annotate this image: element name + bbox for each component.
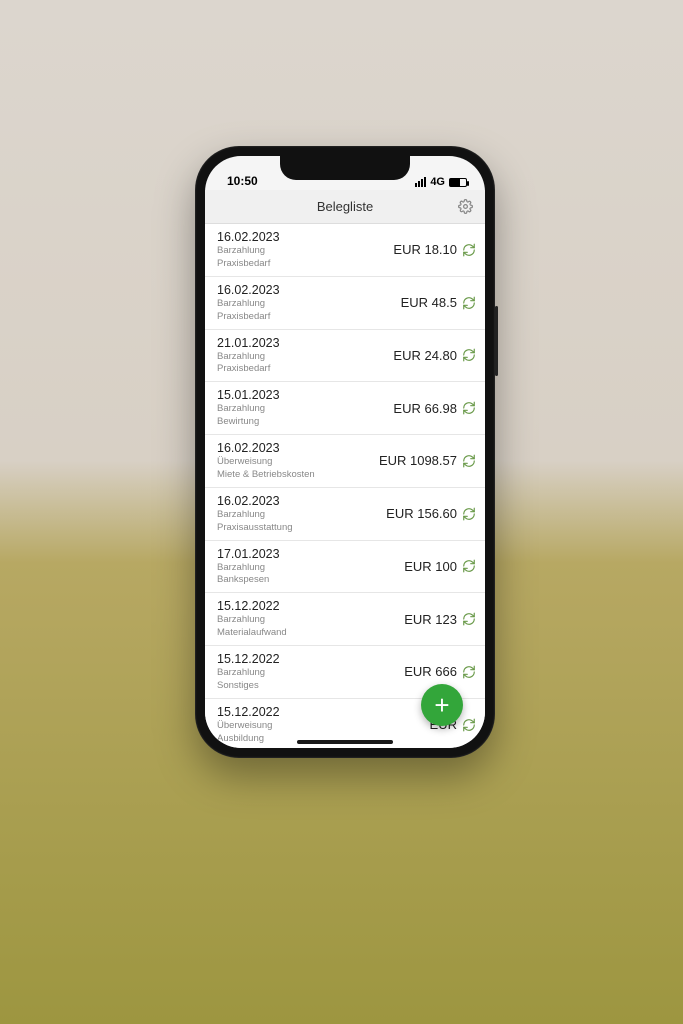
screen: 10:50 4G Belegliste 16.02.2023Barzahlung… <box>205 156 485 748</box>
list-item-left: 15.12.2022ÜberweisungAusbildung <box>217 705 430 745</box>
list-item-sub1: Überweisung <box>217 720 430 732</box>
list-item-sub2: Praxisbedarf <box>217 363 393 375</box>
list-item-sub2: Praxisausstattung <box>217 522 386 534</box>
list-item-date: 15.12.2022 <box>217 599 404 613</box>
list-item-sub2: Sonstiges <box>217 680 404 692</box>
list-item-sub1: Barzahlung <box>217 245 393 257</box>
list-item-sub2: Praxisbedarf <box>217 311 401 323</box>
list-item-sub2: Bewirtung <box>217 416 393 428</box>
list-item-left: 15.12.2022BarzahlungSonstiges <box>217 652 404 692</box>
list-item-date: 16.02.2023 <box>217 494 386 508</box>
signal-icon <box>415 177 426 187</box>
list-item[interactable]: 17.01.2023BarzahlungBankspesenEUR 100 <box>205 541 485 594</box>
list-item-sub1: Barzahlung <box>217 667 404 679</box>
list-item[interactable]: 15.12.2022BarzahlungMaterialaufwandEUR 1… <box>205 593 485 646</box>
list-item-date: 16.02.2023 <box>217 230 393 244</box>
list-item-left: 15.01.2023BarzahlungBewirtung <box>217 388 393 428</box>
list-item-amount: EUR 666 <box>404 664 457 679</box>
list-item[interactable]: 16.02.2023BarzahlungPraxisbedarfEUR 18.1… <box>205 224 485 277</box>
list-item-date: 16.02.2023 <box>217 441 379 455</box>
list-item-sub1: Barzahlung <box>217 509 386 521</box>
list-item-date: 21.01.2023 <box>217 336 393 350</box>
list-item-amount: EUR 123 <box>404 612 457 627</box>
list-item-sub1: Barzahlung <box>217 351 393 363</box>
sync-icon <box>461 400 477 416</box>
list-item-sub1: Barzahlung <box>217 562 404 574</box>
list-item-sub2: Bankspesen <box>217 574 404 586</box>
list-item-left: 16.02.2023BarzahlungPraxisbedarf <box>217 283 401 323</box>
list-item-sub1: Überweisung <box>217 456 379 468</box>
list-item-sub2: Miete & Betriebskosten <box>217 469 379 481</box>
list-item-left: 16.02.2023BarzahlungPraxisausstattung <box>217 494 386 534</box>
list-item-sub2: Materialaufwand <box>217 627 404 639</box>
list-item-date: 15.01.2023 <box>217 388 393 402</box>
list-item[interactable]: 21.01.2023BarzahlungPraxisbedarfEUR 24.8… <box>205 330 485 383</box>
list-item-amount: EUR 156.60 <box>386 506 457 521</box>
notch <box>280 156 410 180</box>
list-item-sub1: Barzahlung <box>217 403 393 415</box>
list-item[interactable]: 16.02.2023BarzahlungPraxisbedarfEUR 48.5 <box>205 277 485 330</box>
list-item-date: 16.02.2023 <box>217 283 401 297</box>
settings-button[interactable] <box>455 197 475 217</box>
list-item-amount: EUR 100 <box>404 559 457 574</box>
sync-icon <box>461 242 477 258</box>
page-title: Belegliste <box>317 199 373 214</box>
sync-icon <box>461 506 477 522</box>
list-item-left: 16.02.2023BarzahlungPraxisbedarf <box>217 230 393 270</box>
sync-icon <box>461 611 477 627</box>
list-item-left: 15.12.2022BarzahlungMaterialaufwand <box>217 599 404 639</box>
list-item[interactable]: 15.01.2023BarzahlungBewirtungEUR 66.98 <box>205 382 485 435</box>
list-item-amount: EUR 24.80 <box>393 348 457 363</box>
status-network: 4G <box>430 176 445 188</box>
sync-icon <box>461 664 477 680</box>
status-time: 10:50 <box>227 174 258 188</box>
list-item-left: 16.02.2023ÜberweisungMiete & Betriebskos… <box>217 441 379 481</box>
sync-icon <box>461 347 477 363</box>
battery-icon <box>449 178 467 187</box>
list-item-amount: EUR 66.98 <box>393 401 457 416</box>
power-button <box>495 306 498 376</box>
plus-icon: + <box>434 690 449 721</box>
list-item-amount: EUR 48.5 <box>401 295 457 310</box>
sync-icon <box>461 453 477 469</box>
list-item-date: 15.12.2022 <box>217 652 404 666</box>
list-item-sub1: Barzahlung <box>217 298 401 310</box>
gear-icon <box>458 199 473 214</box>
list-item[interactable]: 16.02.2023ÜberweisungMiete & Betriebskos… <box>205 435 485 488</box>
list-item[interactable]: 16.02.2023BarzahlungPraxisausstattungEUR… <box>205 488 485 541</box>
list-item-amount: EUR 18.10 <box>393 242 457 257</box>
add-button[interactable]: + <box>421 684 463 726</box>
list-item-amount: EUR 1098.57 <box>379 453 457 468</box>
sync-icon <box>461 717 477 733</box>
list-item-date: 17.01.2023 <box>217 547 404 561</box>
list-item-left: 21.01.2023BarzahlungPraxisbedarf <box>217 336 393 376</box>
header: Belegliste <box>205 190 485 224</box>
list-item-sub1: Barzahlung <box>217 614 404 626</box>
list-item-left: 17.01.2023BarzahlungBankspesen <box>217 547 404 587</box>
receipt-list[interactable]: 16.02.2023BarzahlungPraxisbedarfEUR 18.1… <box>205 224 485 748</box>
list-item-date: 15.12.2022 <box>217 705 430 719</box>
sync-icon <box>461 295 477 311</box>
phone-frame: 10:50 4G Belegliste 16.02.2023Barzahlung… <box>195 146 495 758</box>
sync-icon <box>461 558 477 574</box>
home-indicator[interactable] <box>297 740 393 744</box>
list-item-sub2: Praxisbedarf <box>217 258 393 270</box>
